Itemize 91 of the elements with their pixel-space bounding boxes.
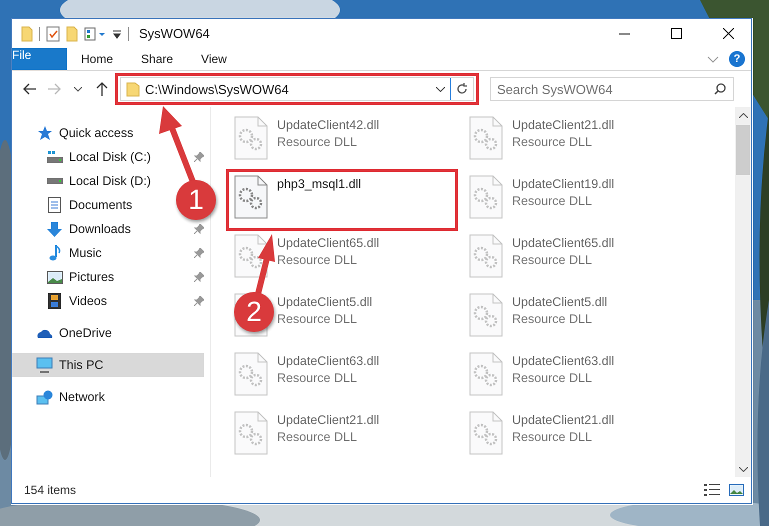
address-bar[interactable]: C:\Windows\SysWOW64 — [120, 77, 474, 101]
file-name[interactable]: UpdateClient21.dll — [512, 413, 614, 427]
ribbon-tab[interactable]: View — [187, 48, 241, 70]
pin-icon[interactable] — [194, 296, 204, 306]
search-icon[interactable] — [714, 83, 726, 95]
file-type: Resource DLL — [512, 430, 593, 444]
chevron-up-icon[interactable] — [738, 112, 748, 118]
file-name[interactable]: UpdateClient19.dll — [512, 177, 614, 191]
customize-icon[interactable] — [112, 28, 122, 40]
gear-file-icon — [234, 116, 268, 160]
address-path: C:\Windows\SysWOW64 — [145, 82, 290, 96]
scrollbar[interactable] — [735, 107, 751, 477]
close-icon[interactable] — [722, 28, 734, 39]
picture-icon — [46, 270, 62, 284]
file-name[interactable]: UpdateClient63.dll — [512, 354, 614, 368]
nav-item[interactable]: Downloads — [12, 217, 135, 241]
nav-item[interactable]: OneDrive — [12, 321, 116, 345]
file-name[interactable]: UpdateClient42.dll — [277, 118, 380, 132]
view-icon[interactable] — [84, 26, 106, 40]
file-name[interactable]: UpdateClient21.dll — [512, 118, 614, 132]
nav-item[interactable]: Videos — [12, 289, 111, 313]
ribbon-tab[interactable]: Share — [127, 48, 188, 70]
file-name[interactable]: UpdateClient65.dll — [512, 236, 614, 250]
back-arrow-icon[interactable] — [23, 83, 37, 95]
chevron-down-icon[interactable] — [738, 466, 748, 472]
refresh-icon[interactable] — [456, 83, 468, 95]
help-button[interactable]: ? — [729, 51, 745, 67]
cloud-icon — [36, 328, 52, 338]
minimize-icon[interactable] — [618, 32, 630, 34]
file-name[interactable]: UpdateClient63.dll — [277, 354, 380, 368]
nav-item[interactable]: Documents — [12, 193, 136, 217]
pin-icon[interactable] — [194, 248, 204, 258]
file-name[interactable]: UpdateClient5.dll — [277, 295, 372, 309]
gear-file-icon — [234, 352, 268, 396]
drive-icon — [46, 151, 62, 163]
up-arrow-icon[interactable] — [96, 82, 108, 96]
download-arrow-icon — [47, 222, 62, 236]
nav-item[interactable]: Local Disk (D:) — [12, 169, 155, 193]
file-type: Resource DLL — [512, 194, 593, 208]
file-type: Resource DLL — [277, 253, 358, 267]
gear-file-icon — [469, 234, 503, 278]
search-field[interactable]: Search SysWOW64 — [490, 77, 734, 101]
file-menu-tab[interactable]: File — [12, 48, 67, 70]
file-name[interactable]: php3_msql1.dll — [277, 177, 362, 191]
nav-item[interactable]: Network — [12, 385, 109, 409]
file-type: Resource DLL — [512, 135, 593, 149]
gear-file-icon — [469, 116, 503, 160]
file-name[interactable]: UpdateClient65.dll — [277, 236, 380, 250]
nav-item[interactable]: Music — [12, 241, 106, 265]
file-name[interactable]: UpdateClient5.dll — [512, 295, 608, 309]
large-icons-view-icon[interactable] — [728, 484, 744, 496]
computer-icon — [36, 357, 53, 373]
annotation-arrow — [255, 234, 275, 295]
gear-file-icon — [469, 293, 503, 337]
pin-icon[interactable] — [194, 224, 204, 234]
maximize-icon[interactable] — [670, 28, 682, 39]
document-icon — [48, 197, 61, 213]
network-icon — [36, 390, 53, 404]
nav-item[interactable]: Pictures — [12, 265, 118, 289]
file-name[interactable]: UpdateClient21.dll — [277, 413, 380, 427]
gear-file-icon — [469, 411, 503, 455]
gear-file-icon — [234, 411, 268, 455]
chevron-down-icon[interactable] — [74, 86, 82, 92]
file-type: Resource DLL — [277, 430, 358, 444]
file-type: Resource DLL — [512, 253, 593, 267]
gear-file-icon — [469, 175, 503, 219]
folder-icon — [126, 82, 140, 96]
drive-icon — [46, 178, 62, 184]
pin-icon[interactable] — [194, 152, 204, 162]
chevron-down-icon[interactable] — [436, 86, 444, 92]
window-title: SysWOW64 — [139, 26, 211, 41]
ribbon-tab[interactable]: Home — [67, 48, 128, 70]
file-type: Resource DLL — [512, 371, 593, 385]
file-type: Resource DLL — [277, 135, 358, 149]
properties-icon[interactable] — [46, 26, 60, 42]
nav-item[interactable]: This PC — [12, 353, 204, 377]
gear-file-icon — [469, 352, 503, 396]
file-type: Resource DLL — [277, 371, 358, 385]
details-view-icon[interactable] — [704, 484, 720, 496]
film-icon — [48, 293, 61, 309]
music-note-icon — [48, 245, 60, 261]
file-type: Resource DLL — [277, 312, 358, 326]
scrollbar-thumb[interactable] — [736, 125, 750, 175]
file-type: Resource DLL — [512, 312, 593, 326]
pin-icon[interactable] — [194, 272, 204, 282]
nav-item[interactable]: Local Disk (C:) — [12, 145, 155, 169]
gear-file-icon — [234, 175, 268, 219]
item-count: 154 items — [24, 483, 78, 497]
nav-item[interactable]: Quick access — [12, 121, 138, 145]
star-icon — [36, 126, 52, 140]
gear-file-icon — [234, 234, 268, 278]
